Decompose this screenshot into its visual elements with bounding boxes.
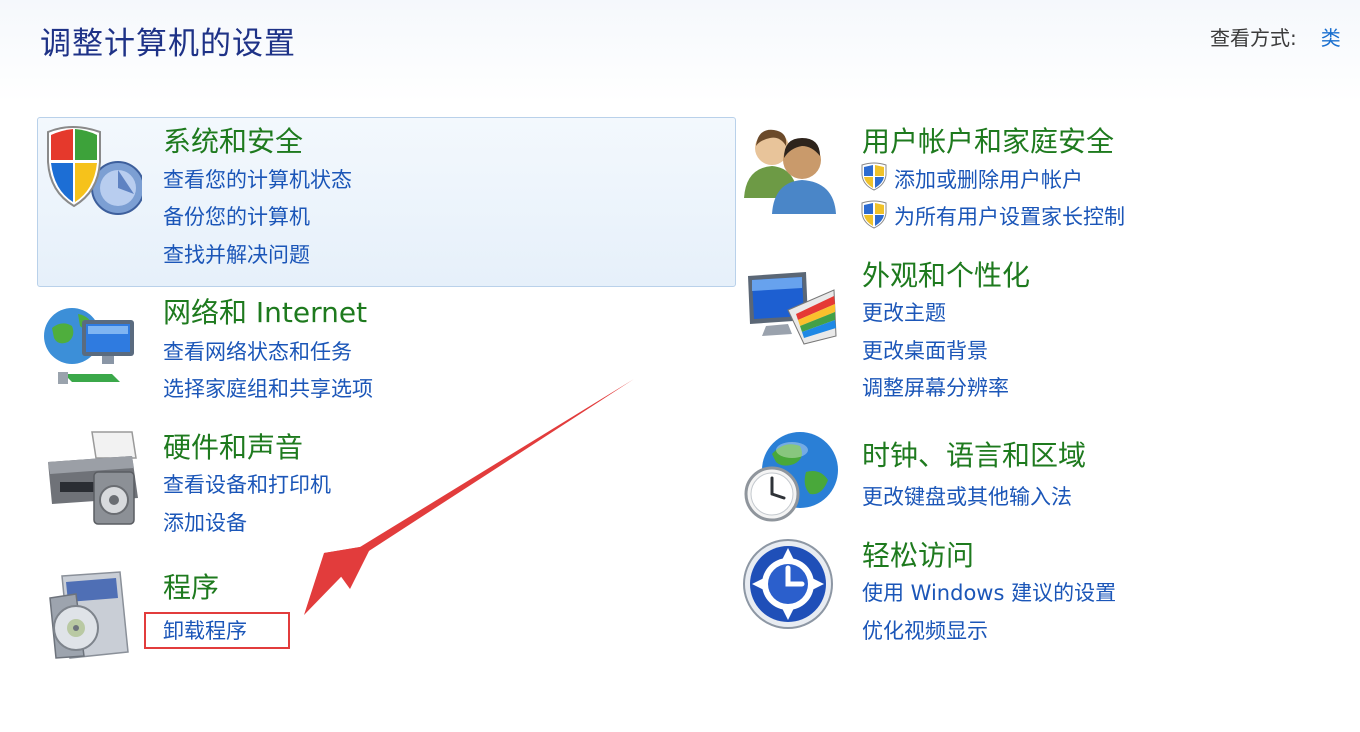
link-change-theme[interactable]: 更改主题 bbox=[862, 297, 946, 327]
category-title-network-internet[interactable]: 网络和 Internet bbox=[163, 291, 367, 331]
link-parental-controls[interactable]: 为所有用户设置家长控制 bbox=[894, 201, 1125, 231]
view-by-dropdown[interactable]: 类 bbox=[1321, 26, 1341, 50]
programs-icon bbox=[49, 571, 129, 659]
category-title-ease-of-access[interactable]: 轻松访问 bbox=[862, 534, 974, 574]
category-title-system-security[interactable]: 系统和安全 bbox=[163, 120, 303, 160]
link-troubleshoot[interactable]: 查找并解决问题 bbox=[163, 239, 310, 269]
link-optimize-video-display[interactable]: 优化视频显示 bbox=[862, 615, 988, 645]
category-title-programs[interactable]: 程序 bbox=[163, 566, 219, 606]
ease-of-access-icon bbox=[743, 539, 833, 629]
view-by: 查看方式: 类 bbox=[1210, 22, 1341, 51]
globe-clock-icon bbox=[744, 432, 838, 522]
link-windows-recommended-settings[interactable]: 使用 Windows 建议的设置 bbox=[862, 577, 1116, 607]
page-title: 调整计算机的设置 bbox=[40, 26, 296, 62]
link-backup-computer[interactable]: 备份您的计算机 bbox=[163, 201, 310, 231]
network-icon bbox=[44, 308, 134, 384]
annotation-highlight-box bbox=[144, 612, 290, 649]
uac-shield-icon bbox=[861, 200, 887, 229]
link-change-background[interactable]: 更改桌面背景 bbox=[862, 335, 988, 365]
view-by-label: 查看方式: bbox=[1210, 26, 1297, 50]
uac-shield-icon bbox=[861, 162, 887, 191]
monitor-palette-icon bbox=[748, 272, 837, 345]
link-add-device[interactable]: 添加设备 bbox=[163, 507, 247, 537]
link-view-computer-status[interactable]: 查看您的计算机状态 bbox=[163, 164, 352, 194]
link-screen-resolution[interactable]: 调整屏幕分辨率 bbox=[862, 372, 1009, 402]
category-title-hardware-sound[interactable]: 硬件和声音 bbox=[163, 426, 303, 466]
category-title-clock-language[interactable]: 时钟、语言和区域 bbox=[862, 434, 1086, 474]
annotation-arrow bbox=[304, 379, 634, 615]
link-network-status[interactable]: 查看网络状态和任务 bbox=[163, 336, 352, 366]
users-icon bbox=[744, 129, 836, 214]
category-title-appearance[interactable]: 外观和个性化 bbox=[862, 254, 1030, 294]
printer-icon bbox=[48, 431, 138, 525]
link-add-remove-accounts[interactable]: 添加或删除用户帐户 bbox=[894, 164, 1083, 194]
link-change-keyboard[interactable]: 更改键盘或其他输入法 bbox=[862, 481, 1072, 511]
category-title-user-accounts[interactable]: 用户帐户和家庭安全 bbox=[862, 120, 1114, 160]
shield-icon bbox=[47, 126, 142, 215]
